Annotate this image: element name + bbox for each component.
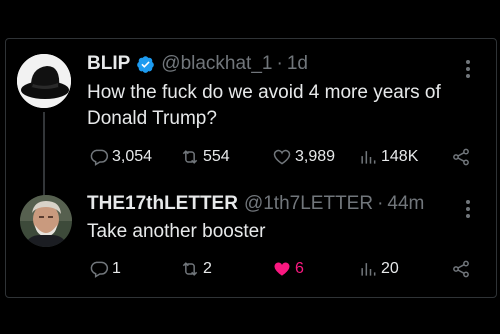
retweet-icon (182, 262, 198, 276)
like-button[interactable]: 6 (272, 259, 304, 279)
retweet-count: 2 (203, 260, 212, 277)
like-icon (273, 149, 291, 165)
timestamp[interactable]: 44m (387, 193, 424, 215)
display-name[interactable]: THE17thLETTER (87, 193, 238, 215)
handle[interactable]: @blackhat_1 (161, 53, 272, 75)
handle[interactable]: @1th7LETTER (244, 193, 373, 215)
person-portrait-icon (20, 195, 72, 247)
more-options-icon[interactable] (466, 197, 470, 221)
reply-button[interactable]: 3,054 (89, 147, 152, 167)
share-icon (453, 260, 469, 278)
more-options-icon[interactable] (466, 57, 470, 81)
share-button[interactable] (451, 259, 471, 279)
reply-count: 1 (112, 260, 121, 277)
retweet-count: 554 (203, 148, 230, 165)
retweet-button[interactable]: 2 (180, 259, 212, 279)
reply-count: 3,054 (112, 148, 153, 165)
thread-connector-line (43, 112, 45, 196)
verified-badge-icon (137, 55, 155, 73)
avatar[interactable] (20, 195, 72, 247)
like-count: 6 (295, 260, 304, 277)
reply-icon (90, 149, 109, 166)
tweet-thread-card (5, 38, 497, 298)
timestamp[interactable]: 1d (287, 53, 308, 75)
tweet-text: Take another booster (87, 221, 266, 242)
retweet-icon (182, 150, 198, 164)
share-icon (453, 148, 469, 166)
like-count: 3,989 (295, 148, 336, 165)
display-name[interactable]: BLIP (87, 53, 130, 75)
black-hat-icon (17, 54, 71, 108)
reply-icon (90, 261, 109, 278)
views-button[interactable]: 20 (358, 259, 399, 279)
views-icon (361, 151, 376, 164)
views-icon (361, 263, 376, 276)
like-button[interactable]: 3,989 (272, 147, 335, 167)
tweet-header: BLIP @blackhat_1 · 1d (87, 53, 308, 75)
share-button[interactable] (451, 147, 471, 167)
like-icon-filled (274, 262, 290, 276)
avatar[interactable] (17, 54, 71, 108)
tweet-text: How the fuck do we avoid 4 more years of… (87, 82, 441, 129)
reply-button[interactable]: 1 (89, 259, 121, 279)
separator: · (377, 193, 384, 214)
views-button[interactable]: 148K (358, 147, 418, 167)
views-count: 148K (381, 148, 419, 165)
retweet-button[interactable]: 554 (180, 147, 230, 167)
tweet-header: THE17thLETTER @1th7LETTER · 44m (87, 193, 424, 215)
views-count: 20 (381, 260, 399, 277)
separator: · (276, 53, 283, 74)
